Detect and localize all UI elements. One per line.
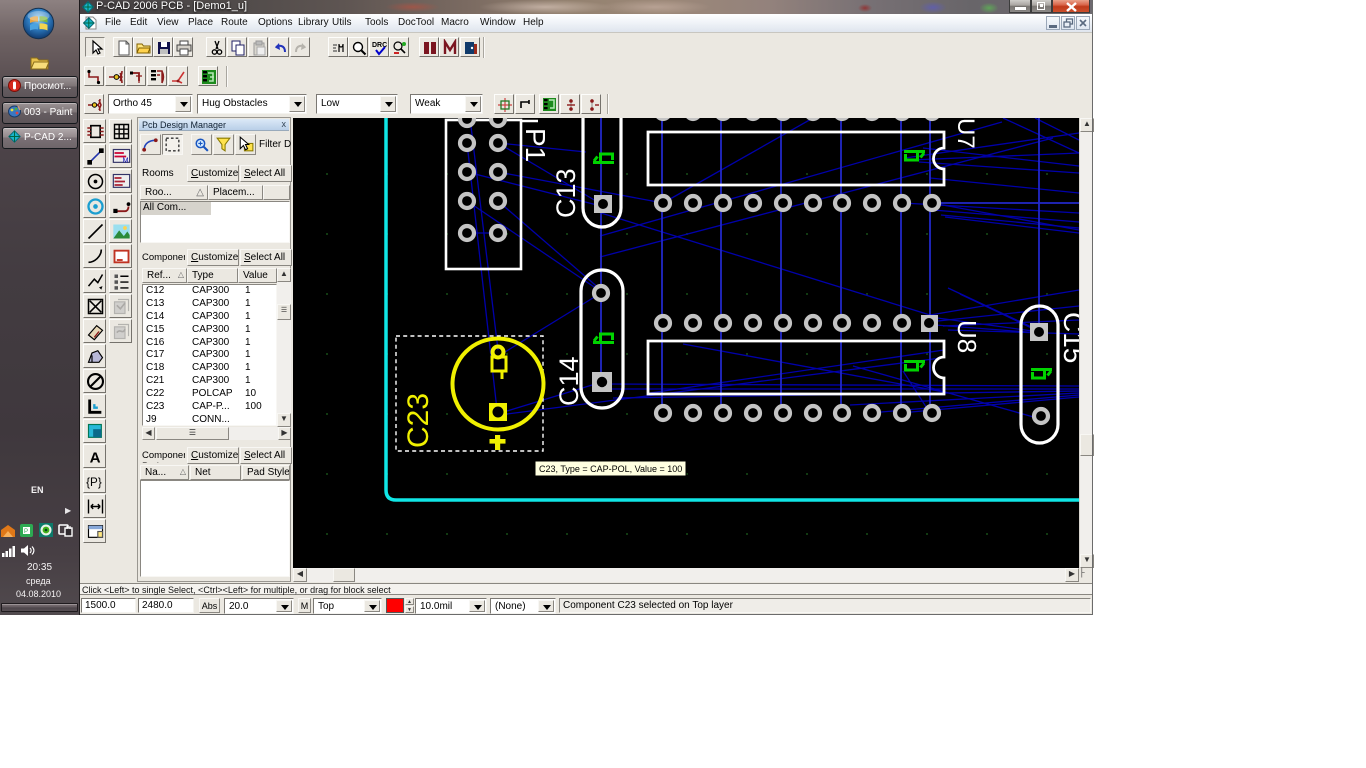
- svg-text:C13: C13: [551, 168, 581, 218]
- svg-text:{P}: {P}: [86, 476, 102, 489]
- svg-text:M: M: [123, 157, 129, 164]
- svg-text:A: A: [90, 449, 101, 466]
- svg-text:U7: U7: [952, 118, 979, 149]
- svg-text:C15: C15: [1058, 312, 1079, 363]
- svg-text:P: P: [24, 529, 28, 535]
- svg-text:P1: P1: [520, 128, 551, 162]
- svg-text:C23: C23: [402, 393, 435, 448]
- svg-text:C14: C14: [554, 356, 584, 406]
- svg-text:C23, Type = CAP-POL, Value = 1: C23, Type = CAP-POL, Value = 100: [539, 464, 682, 474]
- svg-text:U8: U8: [952, 320, 982, 353]
